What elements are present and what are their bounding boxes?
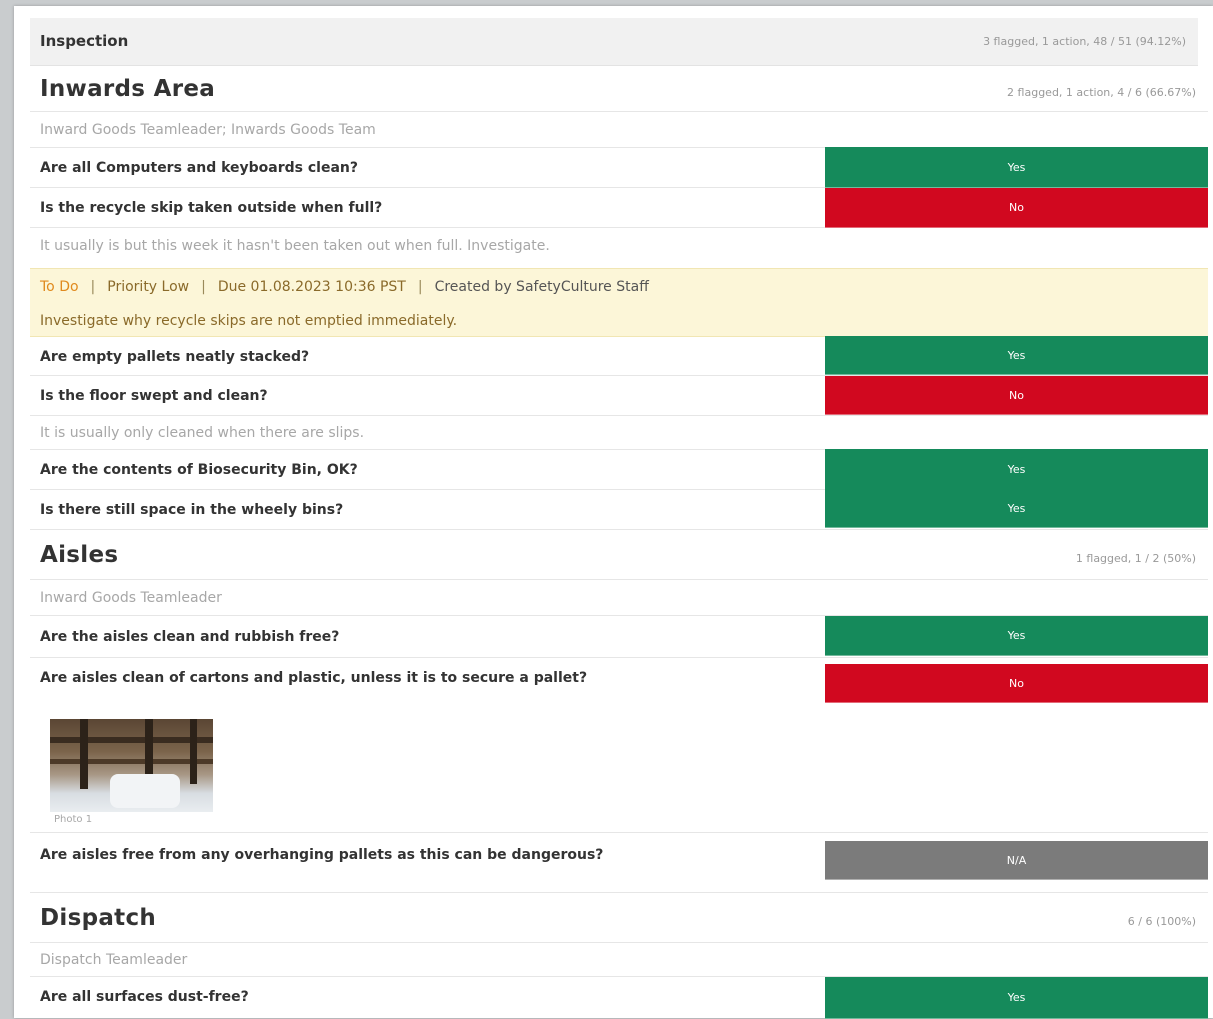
- action-status: To Do: [40, 279, 79, 295]
- section-assignee: Inward Goods Teamleader: [40, 590, 222, 606]
- action-creator: Created by SafetyCulture Staff: [434, 279, 649, 295]
- answer-yes-button[interactable]: Yes: [825, 147, 1208, 188]
- question-text: Is the recycle skip taken outside when f…: [40, 200, 383, 216]
- question-text: Are the aisles clean and rubbish free?: [40, 629, 340, 645]
- question-text: Are aisles free from any overhanging pal…: [40, 847, 604, 863]
- question-photo[interactable]: [50, 719, 213, 812]
- question-text: Is the floor swept and clean?: [40, 388, 268, 404]
- question-note: It usually is but this week it hasn't be…: [40, 238, 550, 254]
- section-title: Aisles: [40, 542, 119, 568]
- action-description: Investigate why recycle skips are not em…: [40, 313, 458, 329]
- answer-no-button[interactable]: No: [825, 376, 1208, 415]
- question-text: Are empty pallets neatly stacked?: [40, 349, 310, 365]
- section-stats: 6 / 6 (100%): [1127, 915, 1196, 928]
- answer-yes-button[interactable]: Yes: [825, 336, 1208, 375]
- question-text: Is there still space in the wheely bins?: [40, 502, 344, 518]
- inspection-title: Inspection: [40, 32, 129, 50]
- question-note: It is usually only cleaned when there ar…: [40, 425, 365, 441]
- inspection-header: Inspection 3 flagged, 1 action, 48 / 51 …: [30, 18, 1198, 66]
- action-priority: Priority Low: [107, 279, 190, 295]
- section-stats: 1 flagged, 1 / 2 (50%): [1075, 552, 1196, 565]
- action-due: Due 01.08.2023 10:36 PST: [217, 279, 406, 295]
- answer-yes-button[interactable]: Yes: [825, 489, 1208, 528]
- section-stats: 2 flagged, 1 action, 4 / 6 (66.67%): [1007, 86, 1196, 99]
- action-item[interactable]: To Do | Priority Low | Due 01.08.2023 10:36 …: [30, 268, 1208, 337]
- action-meta: To Do | Priority Low | Due 01.08.2023 10:36 …: [40, 279, 649, 295]
- answer-no-button[interactable]: No: [825, 664, 1208, 703]
- section-assignee-row: Dispatch Teamleader: [30, 943, 1208, 977]
- question-note-row: It is usually only cleaned when there ar…: [30, 416, 1208, 450]
- section-header-aisles[interactable]: Aisles 1 flagged, 1 / 2 (50%): [30, 530, 1208, 580]
- section-assignee: Inward Goods Teamleader; Inwards Goods T…: [40, 122, 376, 138]
- answer-yes-button[interactable]: Yes: [825, 977, 1208, 1019]
- answer-yes-button[interactable]: Yes: [825, 449, 1208, 490]
- question-text: Are all Computers and keyboards clean?: [40, 160, 359, 176]
- question-text: Are the contents of Biosecurity Bin, OK?: [40, 462, 358, 478]
- question-note-row: It usually is but this week it hasn't be…: [30, 228, 1208, 268]
- inspection-stats: 3 flagged, 1 action, 48 / 51 (94.12%): [983, 35, 1186, 48]
- answer-na-button[interactable]: N/A: [825, 841, 1208, 880]
- section-assignee-row: Inward Goods Teamleader: [30, 580, 1208, 616]
- photo-caption: Photo 1: [54, 814, 93, 825]
- answer-no-button[interactable]: No: [825, 188, 1208, 228]
- section-assignee: Dispatch Teamleader: [40, 952, 188, 968]
- inspection-report: Inspection 3 flagged, 1 action, 48 / 51 …: [14, 6, 1213, 1019]
- section-title: Inwards Area: [40, 76, 216, 102]
- question-text: Are all surfaces dust-free?: [40, 989, 249, 1005]
- section-assignee-row: Inward Goods Teamleader; Inwards Goods T…: [30, 112, 1208, 148]
- section-header-dispatch[interactable]: Dispatch 6 / 6 (100%): [30, 893, 1208, 943]
- answer-yes-button[interactable]: Yes: [825, 616, 1208, 656]
- section-title: Dispatch: [40, 905, 157, 931]
- section-header-inwards-area[interactable]: Inwards Area 2 flagged, 1 action, 4 / 6 …: [30, 68, 1208, 112]
- question-text: Are aisles clean of cartons and plastic,…: [40, 670, 588, 686]
